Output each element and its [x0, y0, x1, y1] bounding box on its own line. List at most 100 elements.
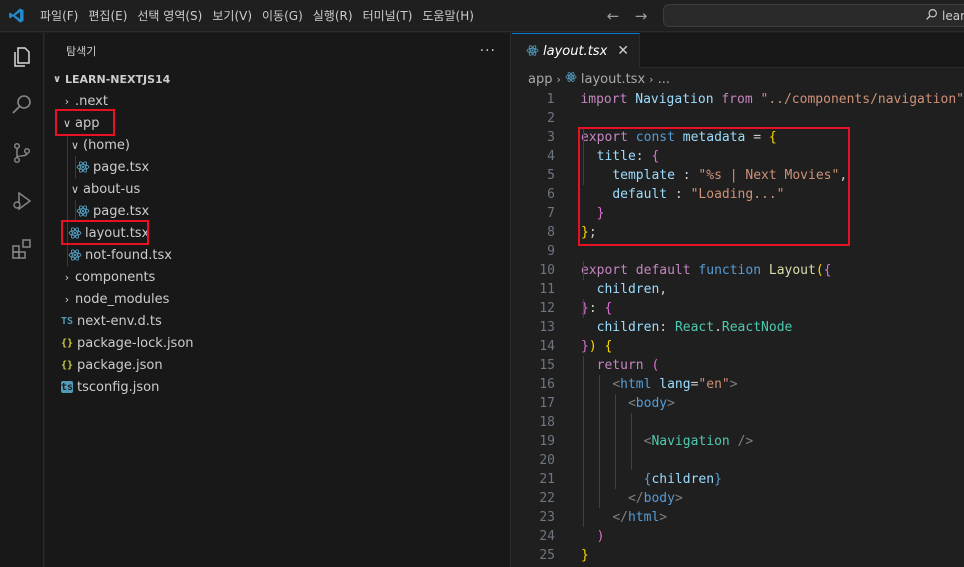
- indent-guide: [631, 413, 632, 470]
- tree-label: about-us: [83, 181, 141, 197]
- indent-guide: [583, 299, 584, 318]
- tree-folder-app[interactable]: ∨ app: [45, 112, 510, 134]
- tree-folder-home[interactable]: ∨ (home): [45, 134, 510, 156]
- indent-guide: [583, 261, 584, 280]
- code-line: 13 children: React.ReactNode: [539, 320, 793, 335]
- typescript-icon: TS: [60, 315, 74, 327]
- editor-tabs: layout.tsx ✕: [512, 33, 964, 68]
- search-icon[interactable]: [0, 83, 44, 127]
- code-line: 18: [539, 415, 555, 430]
- tree-label: components: [75, 269, 156, 285]
- indent-guide: [67, 222, 68, 244]
- run-debug-icon[interactable]: [0, 179, 44, 223]
- code-line: 15 return (: [539, 358, 660, 373]
- code-line: 8};: [547, 225, 597, 240]
- indent-guide: [67, 156, 68, 178]
- code-line: 5 template : "%s | Next Movies",: [547, 168, 848, 183]
- json-icon: {}: [60, 359, 74, 371]
- menu-selection[interactable]: 선택 영역(S): [135, 0, 210, 32]
- code-line: 16 <html lang="en">: [539, 377, 738, 392]
- menu-view[interactable]: 보기(V): [210, 0, 260, 32]
- menu-terminal[interactable]: 터미널(T): [361, 0, 421, 32]
- tree-folder-next[interactable]: › .next: [45, 90, 510, 112]
- chevron-right-icon: ›: [64, 292, 70, 306]
- code-line: 25}: [539, 548, 589, 563]
- extensions-icon[interactable]: [0, 227, 44, 271]
- chevron-right-icon: ›: [64, 270, 70, 284]
- tree-label: package-lock.json: [77, 335, 194, 351]
- tree-file-package[interactable]: {} package.json: [45, 354, 510, 376]
- code-line: 10 export default function Layout({: [539, 263, 832, 278]
- chevron-right-icon: ›: [649, 72, 654, 86]
- code-line: 23 </html>: [539, 510, 668, 525]
- chevron-right-icon: ›: [556, 72, 561, 86]
- code-line: 21 {children}: [539, 472, 722, 487]
- title-bar: 파일(F) 편집(E) 선택 영역(S) 보기(V) 이동(G) 실행(R) 터…: [0, 0, 964, 32]
- menu-file[interactable]: 파일(F): [38, 0, 86, 32]
- project-name: LEARN-NEXTJS14: [65, 72, 171, 86]
- more-actions-icon[interactable]: ···: [480, 43, 496, 59]
- tree-folder-about-us[interactable]: ∨ about-us: [45, 178, 510, 200]
- breadcrumb-item-symbol[interactable]: ...: [658, 72, 670, 87]
- chevron-down-icon: ∨: [62, 116, 72, 130]
- breadcrumb-item-file[interactable]: layout.tsx: [581, 72, 645, 87]
- source-control-icon[interactable]: [0, 131, 44, 175]
- code-editor[interactable]: 1 import Navigation from "../components/n…: [512, 90, 964, 565]
- tree-file-not-found[interactable]: not-found.tsx: [45, 244, 510, 266]
- vscode-logo-icon: [2, 0, 30, 32]
- tree-label: node_modules: [75, 291, 170, 307]
- explorer-icon[interactable]: [0, 35, 44, 79]
- tree-file-next-env[interactable]: TS next-env.d.ts: [45, 310, 510, 332]
- breadcrumb: app › layout.tsx › ...: [512, 68, 964, 90]
- indent-guide: [583, 356, 584, 527]
- tree-label: (home): [83, 137, 130, 153]
- chevron-down-icon: ∨: [52, 73, 62, 85]
- tree-label: tsconfig.json: [77, 379, 160, 395]
- project-section-header[interactable]: ∨ LEARN-NEXTJS14: [45, 68, 510, 90]
- back-arrow-icon[interactable]: ←: [604, 7, 622, 25]
- forward-arrow-icon[interactable]: →: [632, 7, 650, 25]
- indent-guide: [67, 200, 68, 222]
- tree-folder-components[interactable]: › components: [45, 266, 510, 288]
- editor-area: layout.tsx ✕ app › layout.tsx › ... 1 imp…: [512, 33, 964, 567]
- menu-edit[interactable]: 편집(E): [86, 0, 135, 32]
- indent-guide: [615, 394, 616, 489]
- tree-file-about-page[interactable]: page.tsx: [45, 200, 510, 222]
- code-line: 19 <Navigation />: [539, 434, 754, 449]
- indent-guide: [67, 244, 68, 266]
- react-icon: [75, 159, 91, 175]
- react-icon: [565, 71, 577, 87]
- command-center-search[interactable]: learn: [663, 4, 964, 27]
- search-text: learn: [942, 8, 964, 23]
- menu-run[interactable]: 실행(R): [311, 0, 361, 32]
- react-icon: [526, 42, 539, 61]
- tree-file-package-lock[interactable]: {} package-lock.json: [45, 332, 510, 354]
- explorer-title: 탐색기: [66, 44, 97, 58]
- search-icon: [925, 6, 938, 25]
- code-line: 17 <body>: [539, 396, 675, 411]
- menu-bar: 파일(F) 편집(E) 선택 영역(S) 보기(V) 이동(G) 실행(R) 터…: [38, 0, 482, 32]
- close-icon[interactable]: ✕: [617, 43, 629, 59]
- tree-label: not-found.tsx: [85, 247, 172, 263]
- tab-layout-tsx[interactable]: layout.tsx ✕: [512, 33, 640, 68]
- indent-guide: [67, 134, 68, 156]
- menu-help[interactable]: 도움말(H): [420, 0, 482, 32]
- tree-file-layout[interactable]: layout.tsx: [45, 222, 510, 244]
- chevron-down-icon: ∨: [70, 182, 80, 196]
- tree-file-home-page[interactable]: page.tsx: [45, 156, 510, 178]
- indent-guide: [75, 156, 76, 178]
- code-line: 24 ): [539, 529, 605, 544]
- code-line: 22 </body>: [539, 491, 683, 506]
- explorer-header: 탐색기 ···: [45, 33, 510, 68]
- code-line: 14}) {: [539, 339, 613, 354]
- explorer-sidebar: 탐색기 ··· ∨ LEARN-NEXTJS14 › .next ∨ app ∨…: [45, 33, 511, 567]
- tsconfig-icon: ts: [60, 381, 74, 393]
- code-line: 2: [547, 111, 555, 126]
- indent-guide: [599, 375, 600, 508]
- tree-file-tsconfig[interactable]: ts tsconfig.json: [45, 376, 510, 398]
- tree-label: package.json: [77, 357, 163, 373]
- tree-folder-node-modules[interactable]: › node_modules: [45, 288, 510, 310]
- breadcrumb-item-app[interactable]: app: [528, 72, 552, 87]
- indent-guide: [67, 178, 68, 200]
- menu-go[interactable]: 이동(G): [260, 0, 311, 32]
